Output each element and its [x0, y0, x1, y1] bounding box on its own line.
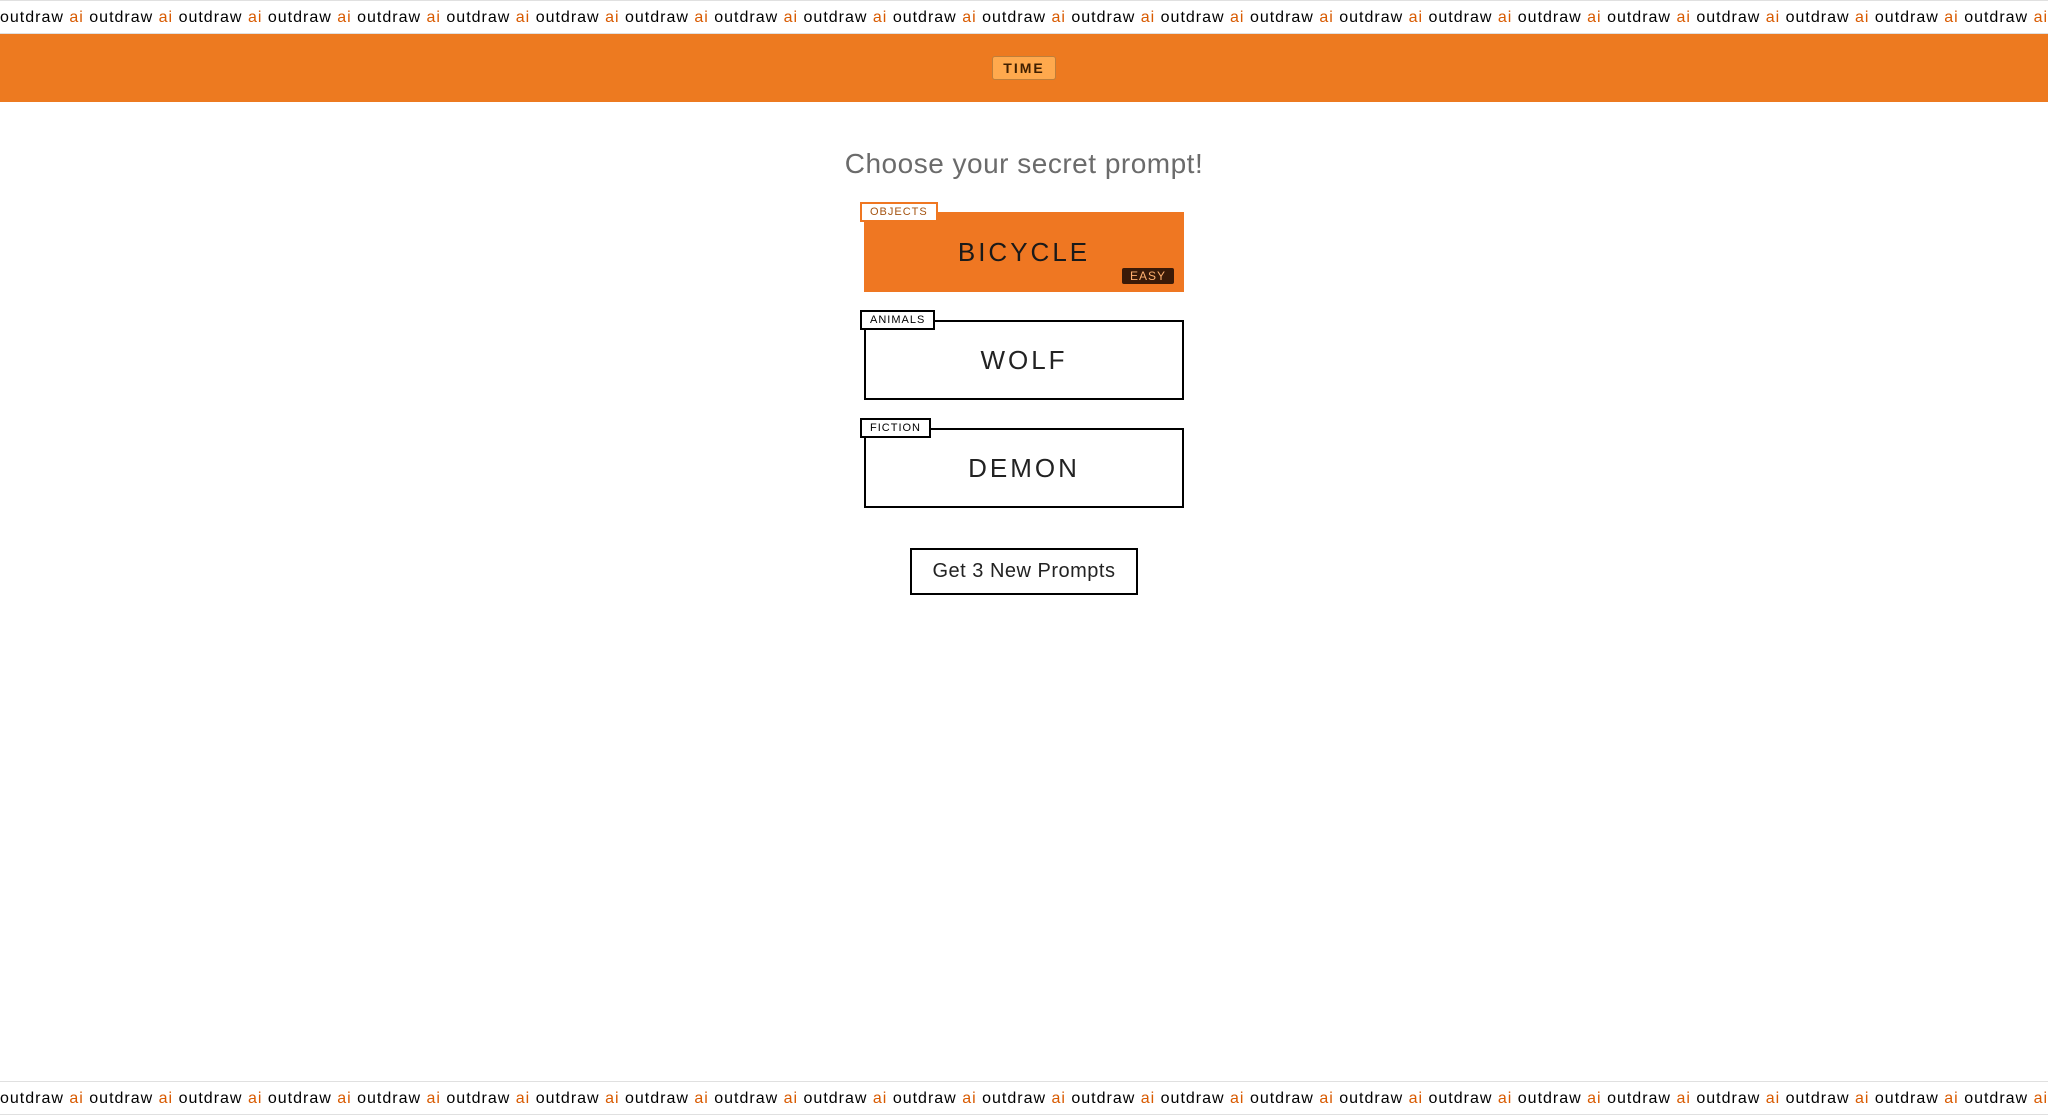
brand-ticker-bottom: outdraw ai outdraw ai outdraw ai outdraw…	[0, 1081, 2048, 1115]
category-tag: FICTION	[860, 418, 931, 438]
prompt-word: BICYCLE	[958, 237, 1090, 268]
prompt-card-wolf[interactable]: ANIMALS WOLF	[864, 320, 1184, 400]
prompt-stack: OBJECTS BICYCLE EASY ANIMALS WOLF FICTIO…	[864, 212, 1184, 595]
main-content: Choose your secret prompt! OBJECTS BICYC…	[0, 102, 2048, 735]
prompt-card-demon[interactable]: FICTION DEMON	[864, 428, 1184, 508]
brand-ticker-top: outdraw ai outdraw ai outdraw ai outdraw…	[0, 0, 2048, 34]
page-heading: Choose your secret prompt!	[845, 148, 1204, 180]
prompt-word: WOLF	[980, 345, 1067, 376]
prompt-word: DEMON	[968, 453, 1080, 484]
header-bar: TIME	[0, 34, 2048, 102]
get-new-prompts-button[interactable]: Get 3 New Prompts	[910, 548, 1137, 595]
header-title-chip: TIME	[992, 56, 1055, 80]
category-tag: OBJECTS	[860, 202, 938, 222]
prompt-card-bicycle[interactable]: OBJECTS BICYCLE EASY	[864, 212, 1184, 292]
category-tag: ANIMALS	[860, 310, 935, 330]
difficulty-tag: EASY	[1122, 268, 1174, 284]
